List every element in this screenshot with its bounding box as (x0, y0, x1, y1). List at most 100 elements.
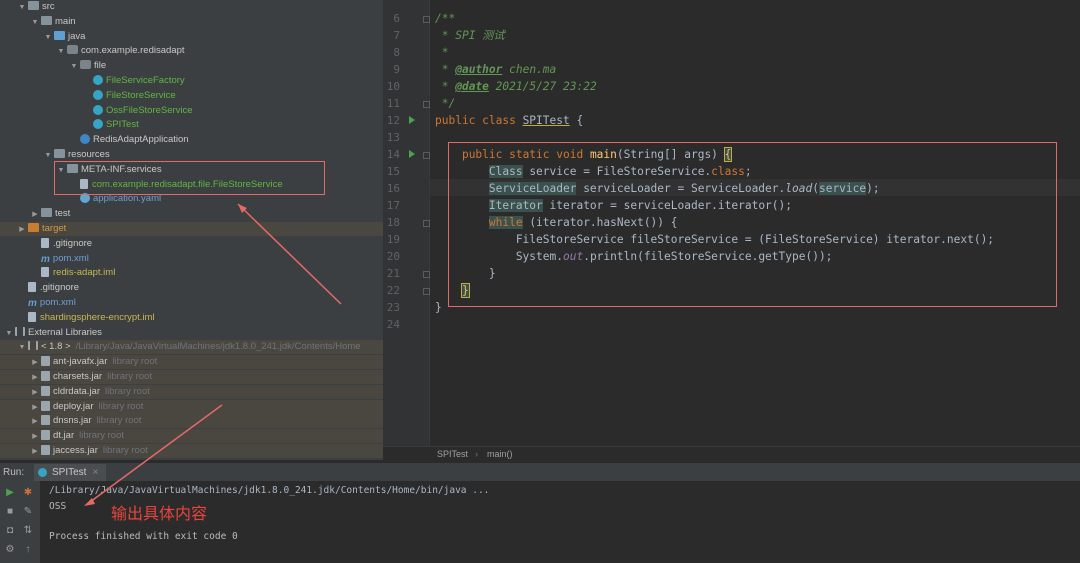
folder-icon (28, 223, 39, 232)
line-number: 9 (393, 63, 400, 76)
cls-icon (93, 119, 103, 130)
expand-arrow-icon[interactable]: ▼ (17, 1, 27, 15)
collapse-arrow-icon[interactable]: ▶ (30, 430, 40, 444)
tree-item[interactable]: ▼ src (0, 0, 383, 14)
tree-item[interactable]: ▼ file (0, 59, 383, 73)
run-gutter-icon[interactable] (409, 116, 415, 124)
tree-item[interactable]: ▶ ant-javafx.jar library root (0, 355, 383, 370)
jar-icon (41, 415, 50, 426)
edit-config-icon[interactable]: ✎ (22, 506, 34, 518)
sort-icon[interactable]: ⇅ (22, 525, 34, 537)
editor-breadcrumb: SPITest › main() (383, 446, 1080, 460)
tree-item[interactable]: ▼ com.example.redisadapt (0, 44, 383, 58)
collapse-arrow-icon[interactable]: ▶ (30, 208, 40, 222)
jar-icon (41, 430, 50, 441)
collapse-arrow-icon[interactable]: ▶ (30, 401, 40, 415)
expand-arrow-icon[interactable]: ▼ (43, 149, 53, 163)
rerun-icon[interactable]: ▶ (4, 487, 16, 499)
run-side-toolbar: ▶ ✱ ■ ✎ ◘ ⇅ ⚙ ↑ (0, 481, 40, 563)
tree-item[interactable]: m pom.xml (0, 252, 383, 266)
code-line-10: * @date 2021/5/27 23:22 (435, 80, 597, 93)
tree-item-label: deploy.jar (53, 400, 94, 412)
tree-item-label: resources (68, 149, 110, 160)
tree-item[interactable]: redis-adapt.iml (0, 266, 383, 280)
tree-item[interactable]: OssFileStoreService (0, 104, 383, 118)
debug-icon[interactable]: ✱ (22, 487, 34, 499)
tree-item-hint: library root (96, 415, 142, 427)
tree-item-label: src (42, 1, 55, 12)
fold-marker-icon[interactable] (423, 16, 430, 23)
run-tab-spitest[interactable]: SPITest × (34, 464, 107, 481)
collapse-arrow-icon[interactable]: ▶ (17, 223, 27, 237)
tree-item[interactable]: ▶ target (0, 222, 383, 236)
fold-marker-icon[interactable] (423, 271, 430, 278)
run-gutter-icon[interactable] (409, 150, 415, 158)
collapse-arrow-icon[interactable]: ▶ (30, 415, 40, 429)
expand-arrow-icon[interactable]: ▼ (56, 45, 66, 59)
breadcrumb-method[interactable]: main() (487, 447, 513, 461)
breadcrumb-class[interactable]: SPITest (437, 447, 468, 461)
line-number: 19 (386, 233, 400, 246)
code-editor[interactable]: 6 7 8 9 10 11 12 13 14 15 16 17 18 19 20 21 22 23 24 /** *… (383, 0, 1080, 446)
pkg-icon (80, 60, 91, 70)
pkg-icon (67, 45, 78, 55)
tree-item[interactable]: ▼ External Libraries (0, 326, 383, 340)
line-number: 15 (386, 165, 400, 178)
tree-item[interactable]: ▶ charsets.jar library root (0, 370, 383, 384)
expand-arrow-icon[interactable]: ▼ (17, 341, 27, 355)
tree-item[interactable]: .gitignore (0, 281, 383, 295)
tree-item[interactable]: SPITest (0, 118, 383, 132)
scroll-up-icon[interactable]: ↑ (22, 544, 34, 556)
expand-arrow-icon[interactable]: ▼ (30, 16, 40, 30)
tree-item-label: ant-javafx.jar (53, 356, 108, 368)
tree-item[interactable]: ▼ < 1.8 > /Library/Java/JavaVirtualMachine… (0, 340, 383, 355)
class-icon (38, 468, 47, 477)
tree-item[interactable]: ▶ test (0, 207, 383, 221)
line-number: 7 (393, 29, 400, 42)
tree-item[interactable]: ▼ java (0, 30, 383, 44)
stop-icon[interactable]: ■ (4, 506, 16, 518)
tree-item-hint: /Library/Java/JavaVirtualMachines/jdk1.8… (75, 341, 361, 353)
tree-item[interactable]: ▶ dnsns.jar library root (0, 414, 383, 429)
tree-item[interactable]: FileServiceFactory (0, 74, 383, 88)
settings-icon[interactable]: ⚙ (4, 544, 16, 556)
file-icon (28, 311, 36, 322)
line-number: 10 (386, 80, 400, 93)
tree-item-label: shardingsphere-encrypt.iml (40, 311, 155, 323)
tree-item[interactable]: ▶ cldrdata.jar library root (0, 384, 383, 400)
collapse-arrow-icon[interactable]: ▶ (30, 386, 40, 400)
tree-item[interactable]: ▼ resources (0, 148, 383, 162)
tree-item[interactable]: RedisAdaptApplication (0, 133, 383, 147)
fold-marker-icon[interactable] (423, 101, 430, 108)
fold-marker-icon[interactable] (423, 152, 430, 159)
code-line-9: * @author chen.ma (435, 63, 557, 76)
expand-arrow-icon[interactable]: ▼ (69, 60, 79, 74)
tree-item-hint: library root (105, 385, 150, 397)
fold-marker-icon[interactable] (423, 288, 430, 295)
folder-icon (54, 30, 65, 40)
fold-marker-icon[interactable] (423, 220, 430, 227)
lib-icon (28, 341, 38, 351)
expand-arrow-icon[interactable]: ▼ (4, 327, 14, 341)
tree-item[interactable]: FileStoreService (0, 89, 383, 103)
tree-item[interactable]: m pom.xml (0, 296, 383, 310)
tree-item[interactable]: .gitignore (0, 237, 383, 251)
tree-item[interactable]: ▶ deploy.jar library root (0, 399, 383, 415)
tree-item[interactable]: shardingsphere-encrypt.iml (0, 311, 383, 325)
tree-item-label: pom.xml (52, 252, 89, 264)
camera-icon[interactable]: ◘ (4, 525, 16, 537)
close-icon[interactable]: × (92, 467, 98, 478)
tree-item[interactable]: ▶ dt.jar library root (0, 429, 383, 444)
collapse-arrow-icon[interactable]: ▶ (30, 356, 40, 370)
folder-icon (41, 15, 52, 25)
collapse-arrow-icon[interactable]: ▶ (30, 445, 40, 459)
code-line-8: * (435, 46, 449, 59)
code-line-7: * SPI 测试 (435, 29, 505, 42)
collapse-arrow-icon[interactable]: ▶ (30, 371, 40, 385)
expand-arrow-icon[interactable]: ▼ (43, 31, 53, 45)
code-line-11: */ (435, 97, 456, 110)
tree-item-label: java (68, 30, 86, 42)
tree-item[interactable]: ▼ main (0, 15, 383, 29)
tree-item[interactable]: ▶ jaccess.jar library root (0, 444, 383, 458)
tree-item-hint: library root (102, 445, 148, 456)
